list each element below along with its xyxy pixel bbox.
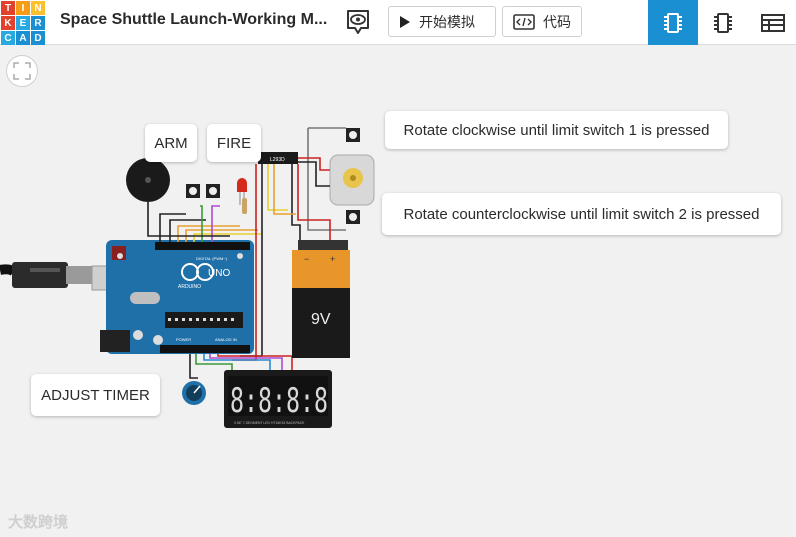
logo-letter: C [1, 31, 15, 45]
tinkercad-logo[interactable]: T I N K E R C A D [0, 0, 45, 45]
9v-battery[interactable] [292, 240, 350, 358]
logo-letter: K [1, 16, 15, 30]
logo-letter: A [16, 31, 30, 45]
fire-pushbutton[interactable] [206, 184, 220, 198]
callout-adjust-timer-text: ADJUST TIMER [41, 386, 150, 404]
table-icon [761, 13, 785, 32]
components-view-button[interactable] [648, 0, 698, 45]
limit-switch-2[interactable] [346, 210, 360, 224]
logo-letter: R [31, 16, 45, 30]
piezo-buzzer[interactable] [126, 158, 170, 202]
arduino-brand-label: ARDUINO [178, 284, 201, 290]
callout-rotate-cw-text: Rotate clockwise until limit switch 1 is… [403, 121, 710, 139]
resistor[interactable] [242, 198, 247, 214]
components-icon [664, 12, 682, 33]
battery-plus-label: + [330, 254, 335, 264]
arduino-digital-label: DIGITAL (PWM~) [196, 256, 228, 261]
usb-cable [0, 262, 117, 291]
arm-pushbutton[interactable] [186, 184, 200, 198]
logo-letter: I [16, 1, 30, 15]
callout-arm-text: ARM [154, 134, 188, 152]
schematic-view-button[interactable] [698, 0, 748, 45]
code-button[interactable]: 代码 [502, 6, 582, 37]
code-icon [513, 13, 535, 30]
component-list-button[interactable] [748, 0, 796, 45]
play-icon [400, 15, 410, 28]
battery-minus-label: − [304, 254, 309, 264]
callout-arm: ARM [145, 124, 197, 162]
limit-switch-1[interactable] [346, 128, 360, 142]
callout-fire: FIRE [207, 124, 261, 162]
callout-rotate-ccw: Rotate counterclockwise until limit swit… [382, 193, 781, 235]
display-digits: 8:8:8:8 [230, 381, 328, 421]
display-caption: 0.56" 7-SEGMENT LED HT16K33 BACKPACK [234, 421, 305, 425]
project-title[interactable]: Space Shuttle Launch-Working M... [60, 11, 327, 29]
callout-fire-text: FIRE [216, 134, 252, 152]
logo-letter: E [16, 16, 30, 30]
callout-adjust-timer: ADJUST TIMER [31, 374, 160, 416]
callout-rotate-ccw-text: Rotate counterclockwise until limit swit… [403, 205, 760, 223]
dc-motor[interactable] [329, 154, 375, 206]
code-label: 代码 [543, 13, 571, 30]
arduino-power-label: POWER [176, 337, 191, 342]
watermark-text: 大数跨境 [8, 514, 69, 531]
logo-letter: T [1, 1, 15, 15]
chip-icon [714, 12, 732, 33]
motor-driver-label: L293D [270, 157, 285, 163]
callout-rotate-cw: Rotate clockwise until limit switch 1 is… [385, 111, 728, 149]
eye-icon[interactable] [345, 8, 371, 36]
arduino-uno-label: UNO [208, 268, 230, 279]
battery-voltage-label: 9V [311, 311, 331, 328]
logo-letter: N [31, 1, 45, 15]
arduino-analog-label: ANALOG IN [215, 337, 237, 342]
potentiometer[interactable] [182, 381, 206, 405]
top-toolbar: T I N K E R C A D Space Shuttle Launch-W… [0, 0, 796, 45]
start-simulation-button[interactable]: 开始模拟 [388, 6, 496, 37]
start-simulation-label: 开始模拟 [419, 13, 475, 30]
logo-letter: D [31, 31, 45, 45]
